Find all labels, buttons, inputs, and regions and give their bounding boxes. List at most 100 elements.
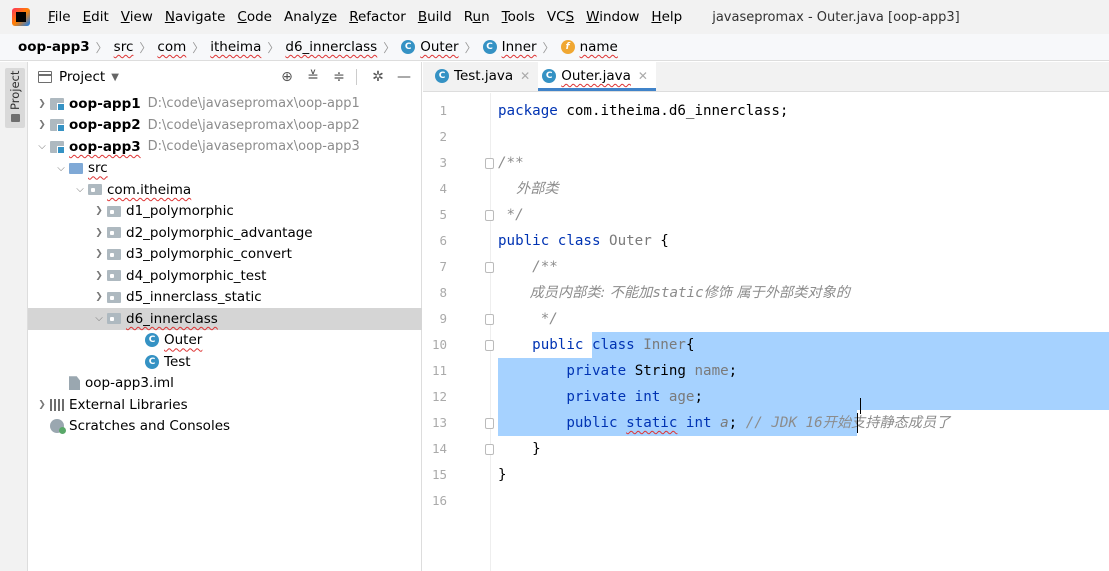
chevron-down-icon[interactable]: ⌵ (53, 163, 69, 174)
menu-build[interactable]: Build (412, 9, 458, 25)
package-icon (107, 248, 121, 260)
breadcrumb-item[interactable]: C Inner (482, 39, 537, 55)
code-token: Outer (609, 233, 652, 249)
breadcrumb-item[interactable]: com (157, 39, 186, 55)
menu-mnemonic: H (651, 9, 662, 25)
breadcrumb-separator-icon: 〉 (267, 40, 280, 55)
tree-node[interactable]: Scratches and Consoles (28, 416, 422, 438)
tree-node[interactable]: ⌵ d6_innerclass (28, 308, 422, 330)
menu-vcs[interactable]: VCS (541, 9, 580, 25)
code-token: // JDK 16 (745, 415, 823, 431)
folder-icon (11, 114, 20, 122)
gear-icon[interactable]: ✲ (367, 69, 389, 85)
tree-node[interactable]: oop-app3.iml (28, 373, 422, 395)
code-token: ; (728, 415, 746, 431)
menu-refactor[interactable]: Refactor (343, 9, 412, 25)
chevron-right-icon[interactable]: ❯ (91, 271, 107, 281)
fold-marker-icon[interactable] (485, 340, 494, 351)
tree-node[interactable]: ❯ d3_polymorphic_convert (28, 244, 422, 266)
chevron-right-icon[interactable]: ❯ (34, 99, 50, 109)
fold-marker-icon[interactable] (485, 210, 494, 221)
chevron-down-icon[interactable]: ⌵ (91, 313, 107, 324)
breadcrumb-item[interactable]: f name (560, 39, 618, 55)
tree-node[interactable]: ❯ d1_polymorphic (28, 201, 422, 223)
class-icon: C (542, 69, 557, 83)
editor-tab[interactable]: C Outer.java ✕ (538, 61, 656, 91)
breadcrumb-label: oop-app3 (18, 39, 90, 55)
breadcrumb-item[interactable]: src (114, 39, 134, 55)
menu-mnemonic: N (164, 9, 175, 25)
chevron-right-icon[interactable]: ❯ (34, 120, 50, 130)
fold-marker-icon[interactable] (485, 418, 494, 429)
breadcrumb-item[interactable]: oop-app3 (18, 39, 90, 55)
tree-node[interactable]: ❯ d2_polymorphic_advantage (28, 222, 422, 244)
editor-tab[interactable]: C Test.java ✕ (431, 61, 538, 91)
menu-code[interactable]: Code (231, 9, 278, 25)
tree-node[interactable]: ❯ d4_polymorphic_test (28, 265, 422, 287)
project-tool-window-tab[interactable]: Project (5, 68, 25, 128)
fold-marker-icon[interactable] (485, 314, 494, 325)
chevron-down-icon[interactable]: ⌵ (34, 141, 50, 152)
menu-file[interactable]: File (42, 9, 77, 25)
fold-marker-icon[interactable] (485, 158, 494, 169)
menu-navigate[interactable]: Navigate (159, 9, 232, 25)
menu-run[interactable]: Run (458, 9, 496, 25)
tree-node-label: d2_polymorphic_advantage (126, 224, 313, 241)
code-area[interactable]: package com.itheima.d6_innerclass; /** 外部… (498, 93, 1109, 571)
code-line: /** (498, 150, 524, 176)
tree-node[interactable]: ❯ oop-app2 D:\code\javasepromax\oop-app2 (28, 115, 422, 137)
chevron-right-icon[interactable]: ❯ (91, 228, 107, 238)
tree-node-label: Scratches and Consoles (69, 418, 231, 435)
chevron-right-icon[interactable]: ❯ (91, 206, 107, 216)
tree-node[interactable]: ❯ External Libraries (28, 394, 422, 416)
collapse-all-icon[interactable]: ≑ (328, 69, 350, 85)
breadcrumb-separator-icon: 〉 (192, 40, 205, 55)
fold-marker-icon[interactable] (485, 262, 494, 273)
expand-all-icon[interactable]: ≚ (302, 69, 324, 85)
minimize-icon[interactable]: — (393, 69, 415, 85)
close-icon[interactable]: ✕ (638, 69, 648, 83)
field-icon: f (560, 40, 575, 54)
locate-icon[interactable]: ⊕ (276, 69, 298, 85)
menu-tools[interactable]: Tools (496, 9, 541, 25)
project-view-selector[interactable]: Project (59, 69, 105, 85)
class-icon: C (435, 69, 449, 83)
tree-node[interactable]: ⌵ src (28, 158, 422, 180)
menu-mnemonic: R (349, 9, 358, 25)
tree-node[interactable]: ❯ d5_innerclass_static (28, 287, 422, 309)
close-icon[interactable]: ✕ (520, 69, 530, 83)
chevron-right-icon[interactable]: ❯ (91, 249, 107, 259)
fold-marker-icon[interactable] (485, 444, 494, 455)
code-token: ; (728, 363, 738, 379)
breadcrumb-separator-icon: 〉 (542, 40, 555, 55)
menu-analyze[interactable]: Analyze (278, 9, 343, 25)
code-line: package com.itheima.d6_innerclass; (498, 98, 788, 124)
text-cursor-icon (860, 398, 867, 414)
menu-window[interactable]: Window (580, 9, 645, 25)
tree-node[interactable]: ⌵ oop-app3 D:\code\javasepromax\oop-app3 (28, 136, 422, 158)
breadcrumb-item[interactable]: d6_innerclass (285, 39, 377, 55)
project-panel: Project ▼ ⊕ ≚ ≑ ✲ — ❯ oop-app1 D:\code\jav… (28, 62, 422, 571)
tree-node[interactable]: C Test (28, 351, 422, 373)
chevron-down-icon[interactable]: ⌵ (72, 184, 88, 195)
menu-mnemonic: F (48, 9, 55, 25)
line-number: 7 (439, 259, 447, 274)
breadcrumb: oop-app3 〉 src 〉 com 〉 itheima 〉 d6_innerclass 〉 C… (0, 34, 1109, 61)
tree-node-label: com.itheima (107, 181, 192, 198)
line-number: 9 (439, 311, 447, 326)
breadcrumb-item[interactable]: C Outer (401, 39, 459, 55)
tree-node[interactable]: ⌵ com.itheima (28, 179, 422, 201)
menu-view[interactable]: View (115, 9, 159, 25)
code-line: 外部类 (498, 176, 559, 202)
breadcrumb-item[interactable]: itheima (210, 39, 261, 55)
chevron-right-icon[interactable]: ❯ (91, 292, 107, 302)
chevron-right-icon[interactable]: ❯ (34, 400, 50, 410)
menu-mnemonic: V (120, 9, 130, 25)
tree-node[interactable]: C Outer (28, 330, 422, 352)
menu-help[interactable]: Help (645, 9, 688, 25)
menu-edit[interactable]: Edit (77, 9, 115, 25)
tree-node[interactable]: ❯ oop-app1 D:\code\javasepromax\oop-app1 (28, 93, 422, 115)
tree-node-label: Test (164, 353, 191, 370)
chevron-down-icon[interactable]: ▼ (111, 72, 119, 83)
